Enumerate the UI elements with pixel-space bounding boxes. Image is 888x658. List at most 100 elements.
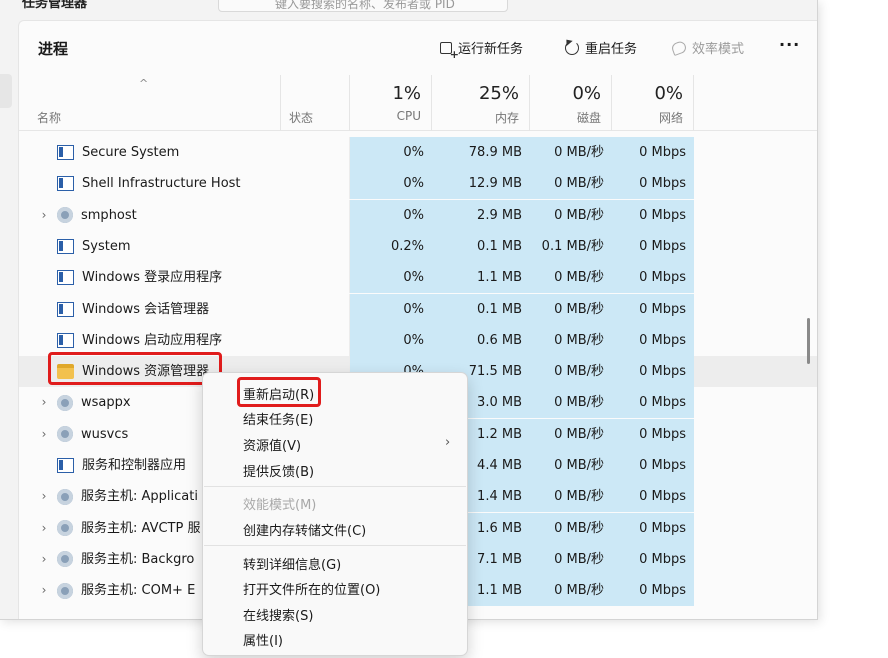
- menu-item-efficiency-mode[interactable]: 效能模式(M): [243, 494, 316, 513]
- cpu-cell: 0%: [350, 324, 432, 356]
- process-name: 服务主机: COM+ E: [81, 583, 196, 599]
- network-cell: 0 Mbps: [612, 543, 694, 575]
- more-options-button[interactable]: ···: [779, 35, 800, 54]
- context-menu: 重新启动(R) 结束任务(E) 资源值(V) › 提供反馈(B) 效能模式(M)…: [202, 372, 468, 656]
- sidebar-selected-item[interactable]: [0, 74, 12, 108]
- gear-icon: [57, 426, 73, 443]
- column-name[interactable]: ^ 名称: [19, 75, 281, 131]
- process-name-cell: Windows 登录应用程序: [37, 262, 281, 293]
- window-title: 任务管理器: [22, 0, 88, 11]
- cpu-cell: 0%: [350, 199, 432, 231]
- run-new-task-button[interactable]: 运行新任务: [440, 38, 524, 61]
- search-input[interactable]: 键入要搜索的名称、发布者或 PID: [218, 0, 508, 12]
- disk-cell: 0 MB/秒: [530, 293, 612, 325]
- disk-cell: 0 MB/秒: [530, 137, 612, 168]
- column-disk[interactable]: 0% 磁盘: [530, 75, 612, 131]
- memory-cell: 0.1 MB: [432, 230, 530, 262]
- process-name: Shell Infrastructure Host: [82, 176, 241, 192]
- toolbar: 进程 运行新任务 重启任务 效率模式 ···: [19, 21, 817, 73]
- expand-chevron-icon[interactable]: ›: [37, 200, 51, 231]
- status-cell: [281, 262, 350, 294]
- expand-chevron-icon[interactable]: ›: [37, 513, 51, 544]
- network-total: 0%: [654, 83, 683, 104]
- menu-item-go-to-details[interactable]: 转到详细信息(G): [243, 554, 341, 573]
- network-cell: 0 Mbps: [612, 575, 694, 607]
- disk-total: 0%: [572, 83, 601, 104]
- window-icon: [57, 270, 74, 286]
- disk-cell: 0.1 MB/秒: [530, 230, 612, 262]
- window-icon: [57, 301, 74, 317]
- memory-cell: 1.1 MB: [432, 262, 530, 294]
- process-name: Windows 登录应用程序: [82, 270, 223, 286]
- network-cell: 0 Mbps: [612, 356, 694, 388]
- table-row[interactable]: Shell Infrastructure Host 0% 12.9 MB 0 M…: [19, 168, 817, 200]
- column-cpu[interactable]: 1% CPU: [350, 75, 432, 131]
- expand-chevron-icon[interactable]: ›: [37, 419, 51, 450]
- column-status[interactable]: 状态: [281, 75, 350, 131]
- status-cell: [281, 137, 350, 168]
- memory-cell: 0.6 MB: [432, 324, 530, 356]
- vertical-scrollbar[interactable]: [807, 318, 810, 364]
- network-cell: 0 Mbps: [612, 512, 694, 544]
- expand-chevron-icon[interactable]: ›: [37, 544, 51, 575]
- process-name-cell: Shell Infrastructure Host: [37, 168, 281, 199]
- status-cell: [281, 230, 350, 262]
- window-icon: [57, 458, 74, 473]
- cpu-cell: 0.2%: [350, 230, 432, 262]
- gear-icon: [57, 551, 73, 568]
- process-name: Secure System: [82, 145, 180, 160]
- process-name: smphost: [81, 207, 137, 223]
- memory-cell: 2.9 MB: [432, 199, 530, 231]
- network-cell: 0 Mbps: [612, 324, 694, 356]
- network-cell: 0 Mbps: [612, 262, 694, 294]
- memory-total: 25%: [478, 83, 519, 104]
- expand-chevron-icon[interactable]: ›: [37, 575, 51, 606]
- disk-cell: 0 MB/秒: [530, 199, 612, 231]
- process-name: 服务和控制器应用: [82, 458, 187, 473]
- disk-cell: 0 MB/秒: [530, 262, 612, 294]
- network-cell: 0 Mbps: [612, 293, 694, 325]
- column-network-label: 网络: [658, 111, 683, 125]
- table-row[interactable]: Windows 会话管理器 0% 0.1 MB 0 MB/秒 0 Mbps: [19, 293, 817, 325]
- process-name: System: [82, 238, 131, 254]
- gear-icon: [57, 394, 73, 411]
- expand-chevron-icon[interactable]: ›: [37, 481, 51, 512]
- efficiency-mode-label: 效率模式: [692, 42, 745, 57]
- process-name: Windows 会话管理器: [82, 301, 210, 317]
- column-memory-label: 内存: [494, 111, 519, 125]
- disk-cell: 0 MB/秒: [530, 450, 612, 481]
- table-row[interactable]: Windows 登录应用程序 0% 1.1 MB 0 MB/秒 0 Mbps: [19, 262, 817, 294]
- column-network[interactable]: 0% 网络: [612, 75, 694, 131]
- run-new-task-label: 运行新任务: [458, 42, 524, 57]
- memory-cell: 12.9 MB: [432, 168, 530, 200]
- table-row[interactable]: System 0.2% 0.1 MB 0.1 MB/秒 0 Mbps: [19, 230, 817, 262]
- run-task-icon: [440, 41, 459, 61]
- menu-item-create-dump[interactable]: 创建内存转储文件(C): [243, 520, 366, 539]
- network-cell: 0 Mbps: [612, 387, 694, 419]
- expand-chevron-icon[interactable]: ›: [37, 387, 51, 418]
- disk-cell: 0 MB/秒: [530, 418, 612, 450]
- cpu-cell: 0%: [350, 293, 432, 325]
- menu-item-search-online[interactable]: 在线搜索(S): [243, 605, 313, 624]
- menu-item-end-task[interactable]: 结束任务(E): [243, 409, 313, 428]
- menu-item-feedback[interactable]: 提供反馈(B): [243, 461, 314, 480]
- menu-item-properties[interactable]: 属性(I): [243, 630, 283, 649]
- network-cell: 0 Mbps: [612, 199, 694, 231]
- network-cell: 0 Mbps: [612, 450, 694, 481]
- menu-item-resource-values[interactable]: 资源值(V): [243, 435, 301, 454]
- chevron-right-icon: ›: [445, 435, 451, 450]
- process-name: wsappx: [81, 395, 131, 411]
- status-cell: [281, 199, 350, 231]
- table-row[interactable]: › smphost 0% 2.9 MB 0 MB/秒 0 Mbps: [19, 199, 817, 231]
- menu-separator: [204, 486, 466, 487]
- efficiency-mode-button[interactable]: 效率模式: [670, 38, 745, 57]
- restart-icon: [565, 40, 579, 55]
- column-header-row: ^ 名称 状态 1% CPU 25% 内存 0% 磁盘 0% 网络: [19, 75, 817, 131]
- cpu-cell: 0%: [350, 137, 432, 168]
- column-name-label: 名称: [37, 111, 62, 125]
- process-name: wusvcs: [81, 426, 129, 442]
- column-memory[interactable]: 25% 内存: [432, 75, 530, 131]
- menu-item-open-file-location[interactable]: 打开文件所在的位置(O): [243, 579, 380, 598]
- table-row[interactable]: Secure System 0% 78.9 MB 0 MB/秒 0 Mbps: [19, 137, 817, 168]
- restart-task-button[interactable]: 重启任务: [565, 38, 637, 57]
